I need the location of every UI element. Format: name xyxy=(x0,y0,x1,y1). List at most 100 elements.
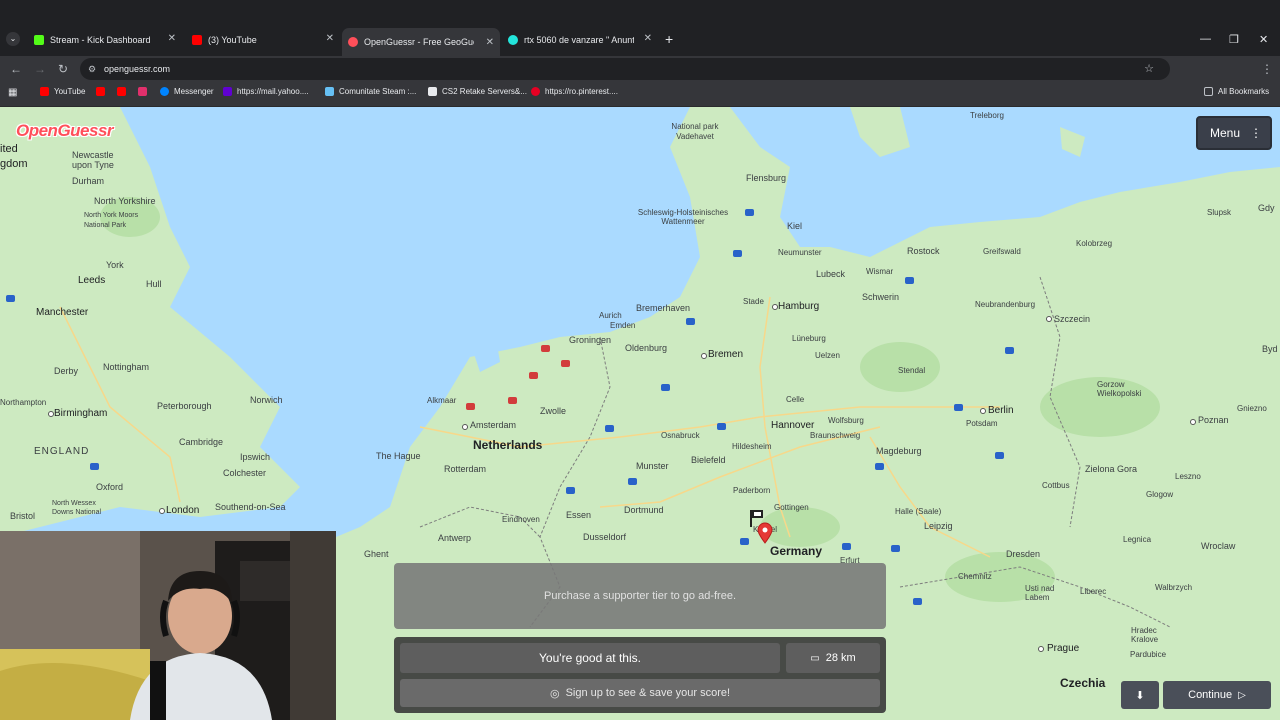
close-tab-icon[interactable]: ✕ xyxy=(644,33,652,44)
city-label: Zielona Gora xyxy=(1085,464,1138,474)
city-label: Derby xyxy=(54,366,79,376)
region-label-england: ENGLAND xyxy=(34,446,90,457)
city-label: Essen xyxy=(566,510,592,520)
city-label: Schwerin xyxy=(862,292,900,302)
highway-shield xyxy=(717,423,726,430)
tab-openguessr[interactable]: OpenGuessr - Free GeoGuessr A ✕ xyxy=(342,28,500,56)
city-label: Leipzig xyxy=(924,521,953,531)
webcam-overlay xyxy=(0,531,336,720)
highway-shield xyxy=(954,404,963,411)
close-tab-icon[interactable]: ✕ xyxy=(168,33,176,44)
distance-display: ▭ 28 km xyxy=(786,643,880,673)
partial-label-gdy: Gdy xyxy=(1258,203,1275,213)
signup-button[interactable]: ◎ Sign up to see & save your score! xyxy=(400,679,880,707)
result-panel: You're good at this. ▭ 28 km ◎ Sign up t… xyxy=(394,637,886,713)
city-label: Greifswald xyxy=(983,247,1021,256)
forward-icon[interactable]: → xyxy=(34,62,46,76)
highway-shield xyxy=(891,545,900,552)
bookmark-messenger[interactable]: Messenger xyxy=(160,87,214,96)
all-bookmarks[interactable]: All Bookmarks xyxy=(1204,87,1269,96)
cs2-icon xyxy=(428,87,437,96)
continue-button[interactable]: Continue ▷ xyxy=(1163,681,1271,709)
city-label: Birmingham xyxy=(54,408,108,419)
bookmark-youtube-2[interactable] xyxy=(96,87,110,96)
download-button[interactable]: ⬇ xyxy=(1121,681,1159,709)
bookmark-youtube[interactable]: YouTube xyxy=(40,87,85,96)
highway-shield xyxy=(745,209,754,216)
city-label: Wolfsburg xyxy=(828,416,864,425)
ad-banner[interactable]: Purchase a supporter tier to go ad-free. xyxy=(394,563,886,629)
tab-youtube[interactable]: (3) YouTube ✕ xyxy=(192,29,334,51)
city-label: Ipswich xyxy=(240,452,271,462)
restore-icon[interactable]: ❐ xyxy=(1229,33,1239,46)
city-label: Colchester xyxy=(223,468,267,478)
close-window-icon[interactable]: ✕ xyxy=(1259,33,1268,46)
city-label: Munster xyxy=(636,461,669,471)
steam-icon xyxy=(325,87,334,96)
city-label: Cottbus xyxy=(1042,481,1070,490)
bookmark-steam[interactable]: Comunitate Steam :... xyxy=(325,87,416,96)
city-label: Lüneburg xyxy=(792,334,826,343)
city-label: Neubrandenburg xyxy=(975,300,1036,309)
apps-icon[interactable]: ▦ xyxy=(8,87,17,98)
city-label: Hildesheim xyxy=(732,442,772,451)
minimize-icon[interactable]: — xyxy=(1200,33,1211,45)
tab-anunturi[interactable]: rtx 5060 de vanzare " Anunturi ✕ xyxy=(508,29,652,51)
city-label: Alkmaar xyxy=(427,396,457,405)
url-text[interactable]: openguessr.com xyxy=(104,58,170,80)
highway-shield xyxy=(605,425,614,432)
city-label: Antwerp xyxy=(438,533,472,543)
highway-shield xyxy=(733,250,742,257)
bookmark-pinterest[interactable]: https://ro.pinterest.... xyxy=(531,87,618,96)
instagram-icon xyxy=(138,87,147,96)
browser-tab-bar: ⌄ Stream - Kick Dashboard ✕ (3) YouTube … xyxy=(0,0,1280,56)
bookmark-yahoo-mail[interactable]: https://mail.yahoo.... xyxy=(223,87,309,96)
user-icon: ◎ xyxy=(549,687,560,700)
close-tab-icon[interactable]: ✕ xyxy=(486,37,494,48)
city-label: Neumunster xyxy=(778,248,822,257)
bookmark-cs2[interactable]: CS2 Retake Servers&... xyxy=(428,87,527,96)
tab-search-icon[interactable]: ⌄ xyxy=(6,32,20,46)
close-tab-icon[interactable]: ✕ xyxy=(326,33,334,44)
city-label: Stendal xyxy=(898,366,926,375)
city-label: The Hague xyxy=(376,451,421,461)
country-label-netherlands: Netherlands xyxy=(473,438,543,452)
city-label: Prague xyxy=(1047,643,1080,654)
city-label: Kolobrzeg xyxy=(1076,239,1113,248)
folder-icon xyxy=(1204,87,1213,96)
city-label: Szczecin xyxy=(1054,314,1091,324)
address-bar-row: ← → ↻ ⚙ openguessr.com ☆ ⋮ xyxy=(0,56,1280,130)
browser-menu-icon[interactable]: ⋮ xyxy=(1261,62,1273,76)
city-label: Paderborn xyxy=(733,486,771,495)
city-label: Liberec xyxy=(1080,587,1107,596)
bookmark-star-icon[interactable]: ☆ xyxy=(1144,58,1154,80)
site-info-icon[interactable]: ⚙ xyxy=(88,58,96,80)
bookmark-instagram[interactable] xyxy=(138,87,152,96)
partial-label-byd: Byd xyxy=(1262,344,1278,354)
city-label: Northampton xyxy=(0,398,47,407)
bookmark-youtube-3[interactable] xyxy=(117,87,131,96)
menu-kebab-icon: ⋮ xyxy=(1250,126,1263,140)
new-tab-button[interactable]: + xyxy=(665,31,673,47)
openguessr-logo[interactable]: OpenGuessr xyxy=(16,121,114,141)
highway-shield xyxy=(913,598,922,605)
highway-shield xyxy=(740,538,749,545)
back-icon[interactable]: ← xyxy=(10,62,22,76)
city-dot xyxy=(1190,419,1196,425)
highway-shield xyxy=(995,452,1004,459)
city-label: Oxford xyxy=(96,482,124,492)
city-label: Leszno xyxy=(1175,472,1201,481)
omnibox[interactable]: ⚙ openguessr.com ☆ xyxy=(80,58,1170,80)
city-label: Wismar xyxy=(866,267,894,276)
city-label: Dortmund xyxy=(624,505,664,515)
city-label: Wroclaw xyxy=(1201,541,1236,551)
city-label: York xyxy=(106,260,124,270)
highway-shield xyxy=(1005,347,1014,354)
messenger-icon xyxy=(160,87,169,96)
city-label: Zwolle xyxy=(540,406,567,416)
tab-kick[interactable]: Stream - Kick Dashboard ✕ xyxy=(34,29,176,51)
city-label: National park Vadehavet xyxy=(671,122,719,141)
city-label: Newcastle upon Tyne xyxy=(72,150,114,170)
reload-icon[interactable]: ↻ xyxy=(58,62,68,76)
menu-button[interactable]: Menu ⋮ xyxy=(1196,116,1272,150)
